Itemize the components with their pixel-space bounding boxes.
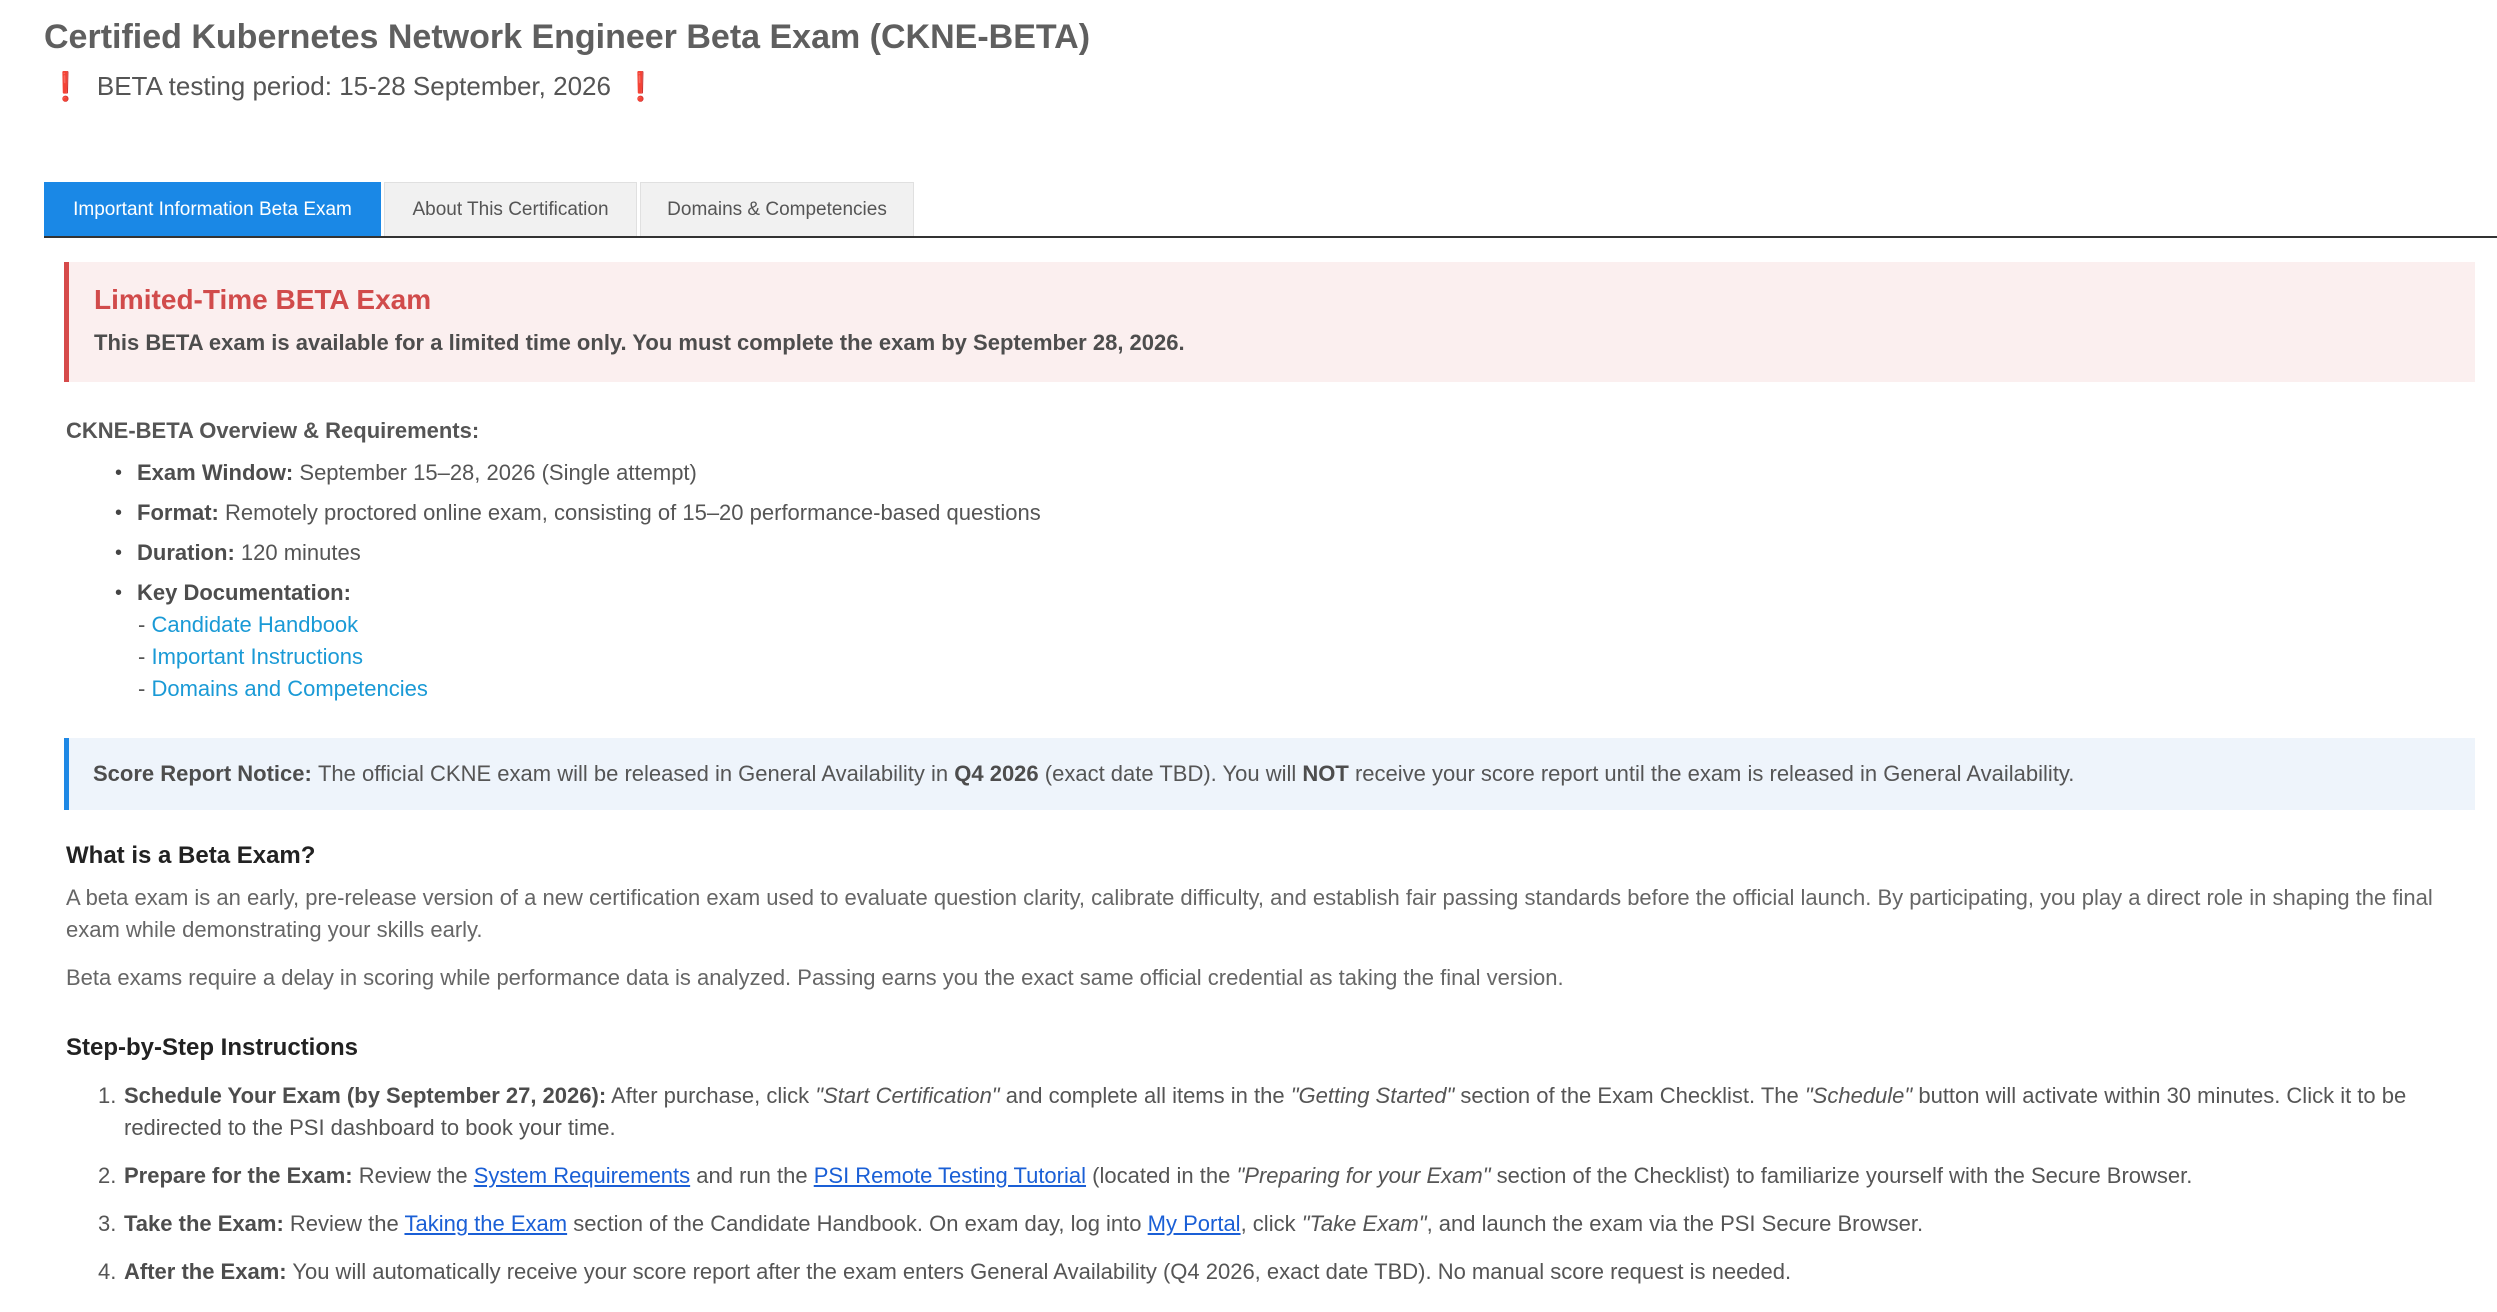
- step-text: , and launch the exam via the PSI Secure…: [1426, 1211, 1924, 1236]
- step-text: You will automatically receive your scor…: [292, 1259, 1792, 1284]
- step-text: and run the: [696, 1163, 808, 1188]
- step-text: Review the: [289, 1211, 399, 1236]
- alert-body: This BETA exam is available for a limite…: [94, 330, 1185, 355]
- requirement-value: Remotely proctored online exam, consisti…: [225, 500, 1041, 525]
- limited-time-alert: Limited-Time BETA Exam This BETA exam is…: [64, 262, 2475, 382]
- important-instructions-link[interactable]: Important Instructions: [151, 644, 363, 669]
- overview-heading: CKNE-BETA Overview & Requirements:: [66, 418, 480, 443]
- beta-period-text: BETA testing period: 15-28 September, 20…: [96, 71, 611, 101]
- notice-emphasis: NOT: [1302, 761, 1349, 786]
- step-number: 4.: [98, 1259, 117, 1284]
- step-label: Take the Exam:: [124, 1211, 284, 1236]
- requirement-duration: Duration: 120 minutes: [115, 538, 1041, 578]
- my-portal-link[interactable]: My Portal: [1148, 1211, 1241, 1236]
- notice-text: receive your score report until the exam…: [1354, 761, 2075, 786]
- step-text: section of the Exam Checklist. The: [1460, 1083, 1799, 1108]
- page: Certified Kubernetes Network Engineer Be…: [0, 0, 2497, 1312]
- step-text: (located in the: [1092, 1163, 1231, 1188]
- system-requirements-link[interactable]: System Requirements: [474, 1163, 690, 1188]
- step-number: 1.: [98, 1083, 117, 1108]
- requirements-list: Exam Window: September 15–28, 2026 (Sing…: [115, 458, 1041, 706]
- beta-exam-paragraph: Beta exams require a delay in scoring wh…: [66, 965, 1564, 990]
- beta-exam-heading: What is a Beta Exam?: [66, 842, 316, 869]
- steps-list: 1. Schedule Your Exam (by September 27, …: [98, 1080, 2454, 1304]
- step-item-after: 4. After the Exam: You will automaticall…: [98, 1256, 2454, 1288]
- step-number: 3.: [98, 1211, 117, 1236]
- exclamation-icon: ❗: [622, 71, 658, 102]
- step-text: After purchase, click: [611, 1083, 810, 1108]
- step-text: and complete all items in the: [1005, 1083, 1285, 1108]
- step-label: Prepare for the Exam:: [124, 1163, 353, 1188]
- doc-link-row: - Important Instructions: [137, 642, 1041, 674]
- domains-competencies-link[interactable]: Domains and Competencies: [151, 676, 427, 701]
- notice-label: Score Report Notice:: [93, 761, 312, 786]
- doc-prefix: -: [138, 676, 146, 701]
- step-text: Review the: [358, 1163, 468, 1188]
- exclamation-icon: ❗: [48, 71, 83, 102]
- page-title: Certified Kubernetes Network Engineer Be…: [44, 18, 1091, 56]
- requirement-value: September 15–28, 2026 (Single attempt): [299, 460, 697, 485]
- step-number: 2.: [98, 1163, 117, 1188]
- doc-prefix: -: [138, 612, 146, 637]
- tab-domains-competencies[interactable]: Domains & Competencies: [640, 182, 914, 236]
- alert-title: Limited-Time BETA Exam: [94, 284, 432, 315]
- doc-link-row: - Candidate Handbook: [137, 610, 1041, 642]
- tab-bar: Important Information Beta Exam About Th…: [44, 182, 2497, 238]
- step-emphasis: "Getting Started": [1290, 1083, 1455, 1108]
- taking-the-exam-link[interactable]: Taking the Exam: [404, 1211, 567, 1236]
- step-item-schedule: 1. Schedule Your Exam (by September 27, …: [98, 1080, 2454, 1144]
- step-label: After the Exam:: [124, 1259, 287, 1284]
- score-report-notice: Score Report Notice: The official CKNE e…: [64, 738, 2475, 810]
- beta-exam-paragraph: A beta exam is an early, pre-release ver…: [66, 885, 2433, 942]
- beta-period-line: ❗ BETA testing period: 15-28 September, …: [48, 70, 658, 103]
- step-emphasis: "Start Certification": [815, 1083, 1000, 1108]
- requirement-label: Duration:: [137, 540, 235, 565]
- notice-text: (exact date TBD). You will: [1044, 761, 1297, 786]
- doc-link-row: - Domains and Competencies: [137, 674, 1041, 706]
- psi-tutorial-link[interactable]: PSI Remote Testing Tutorial: [814, 1163, 1086, 1188]
- requirement-label: Exam Window:: [137, 460, 294, 485]
- step-text: section of the Candidate Handbook. On ex…: [573, 1211, 1142, 1236]
- step-item-prepare: 2. Prepare for the Exam: Review the Syst…: [98, 1160, 2454, 1192]
- step-text: , click: [1240, 1211, 1296, 1236]
- step-label: Schedule Your Exam (by September 27, 202…: [124, 1083, 607, 1108]
- tab-important-information[interactable]: Important Information Beta Exam: [44, 182, 381, 236]
- notice-emphasis: Q4 2026: [954, 761, 1039, 786]
- requirement-key-documentation: Key Documentation:: [115, 578, 1041, 610]
- notice-text: The official CKNE exam will be released …: [317, 761, 949, 786]
- requirement-label: Format:: [137, 500, 219, 525]
- step-emphasis: "Take Exam": [1301, 1211, 1427, 1236]
- step-item-take: 3. Take the Exam: Review the Taking the …: [98, 1208, 2454, 1240]
- steps-heading: Step-by-Step Instructions: [66, 1034, 359, 1061]
- step-emphasis: "Preparing for your Exam": [1236, 1163, 1491, 1188]
- requirement-format: Format: Remotely proctored online exam, …: [115, 498, 1041, 538]
- doc-prefix: -: [138, 644, 146, 669]
- requirement-exam-window: Exam Window: September 15–28, 2026 (Sing…: [115, 458, 1041, 498]
- step-emphasis: "Schedule": [1804, 1083, 1913, 1108]
- tab-about-certification[interactable]: About This Certification: [384, 182, 637, 236]
- requirement-label: Key Documentation:: [137, 580, 351, 605]
- candidate-handbook-link[interactable]: Candidate Handbook: [151, 612, 358, 637]
- requirement-value: 120 minutes: [240, 540, 361, 565]
- step-text: section of the Checklist) to familiarize…: [1496, 1163, 2193, 1188]
